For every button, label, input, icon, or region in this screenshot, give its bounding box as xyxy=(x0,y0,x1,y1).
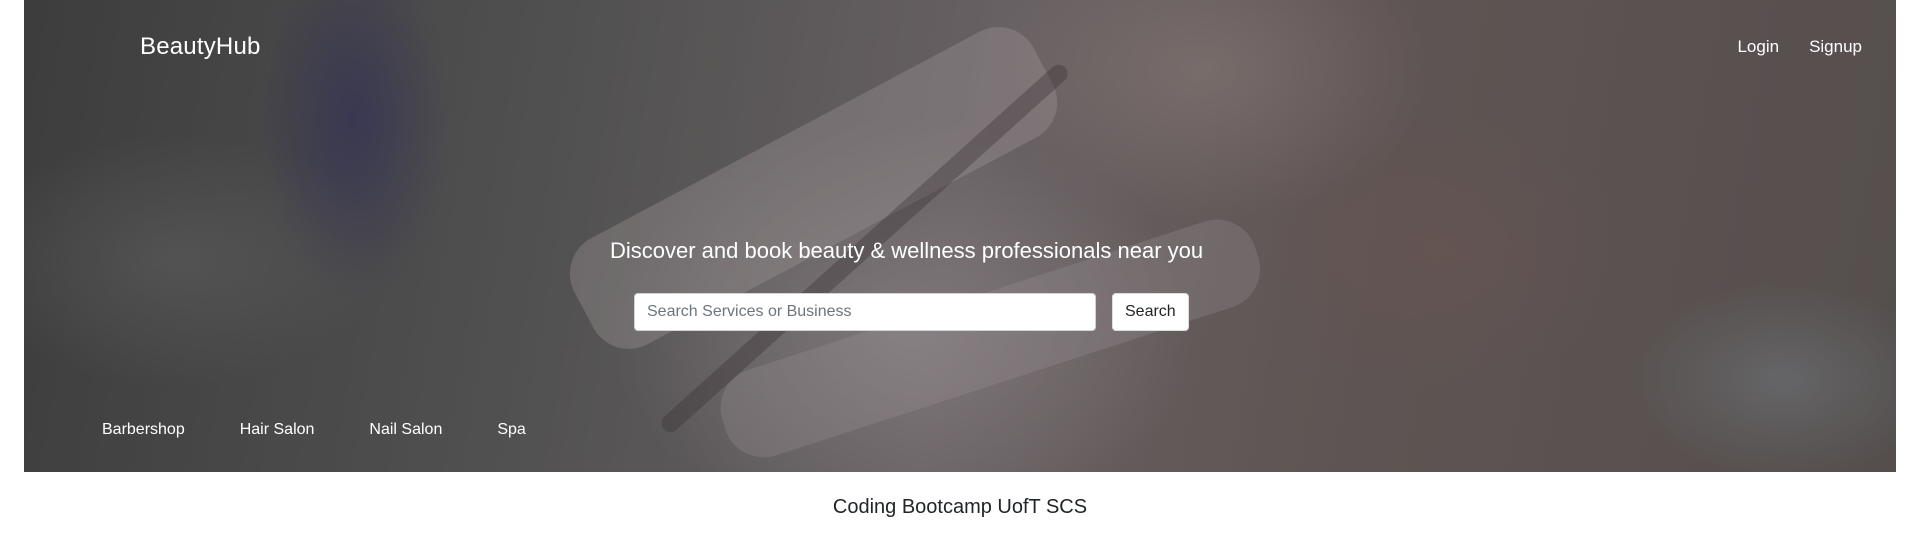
category-barbershop[interactable]: Barbershop xyxy=(102,421,185,439)
search-button[interactable]: Search xyxy=(1112,293,1189,331)
category-nail-salon[interactable]: Nail Salon xyxy=(369,421,442,439)
footer-text: Coding Bootcamp UofT SCS xyxy=(832,496,1088,518)
hero-tagline: Discover and book beauty & wellness prof… xyxy=(610,238,1204,263)
search-bar: Search xyxy=(634,293,1189,331)
hero-section: BeautyHub Login Signup Discover and book… xyxy=(24,0,1896,472)
category-nav: Barbershop Hair Salon Nail Salon Spa xyxy=(102,421,526,439)
category-spa[interactable]: Spa xyxy=(497,421,525,439)
search-input[interactable] xyxy=(634,293,1096,331)
category-hair-salon[interactable]: Hair Salon xyxy=(240,421,315,439)
hero-overlay xyxy=(24,0,1896,472)
signup-link[interactable]: Signup xyxy=(1809,37,1862,57)
top-nav: Login Signup xyxy=(1737,37,1862,57)
brand-logo[interactable]: BeautyHub xyxy=(140,33,261,61)
login-link[interactable]: Login xyxy=(1737,37,1779,57)
